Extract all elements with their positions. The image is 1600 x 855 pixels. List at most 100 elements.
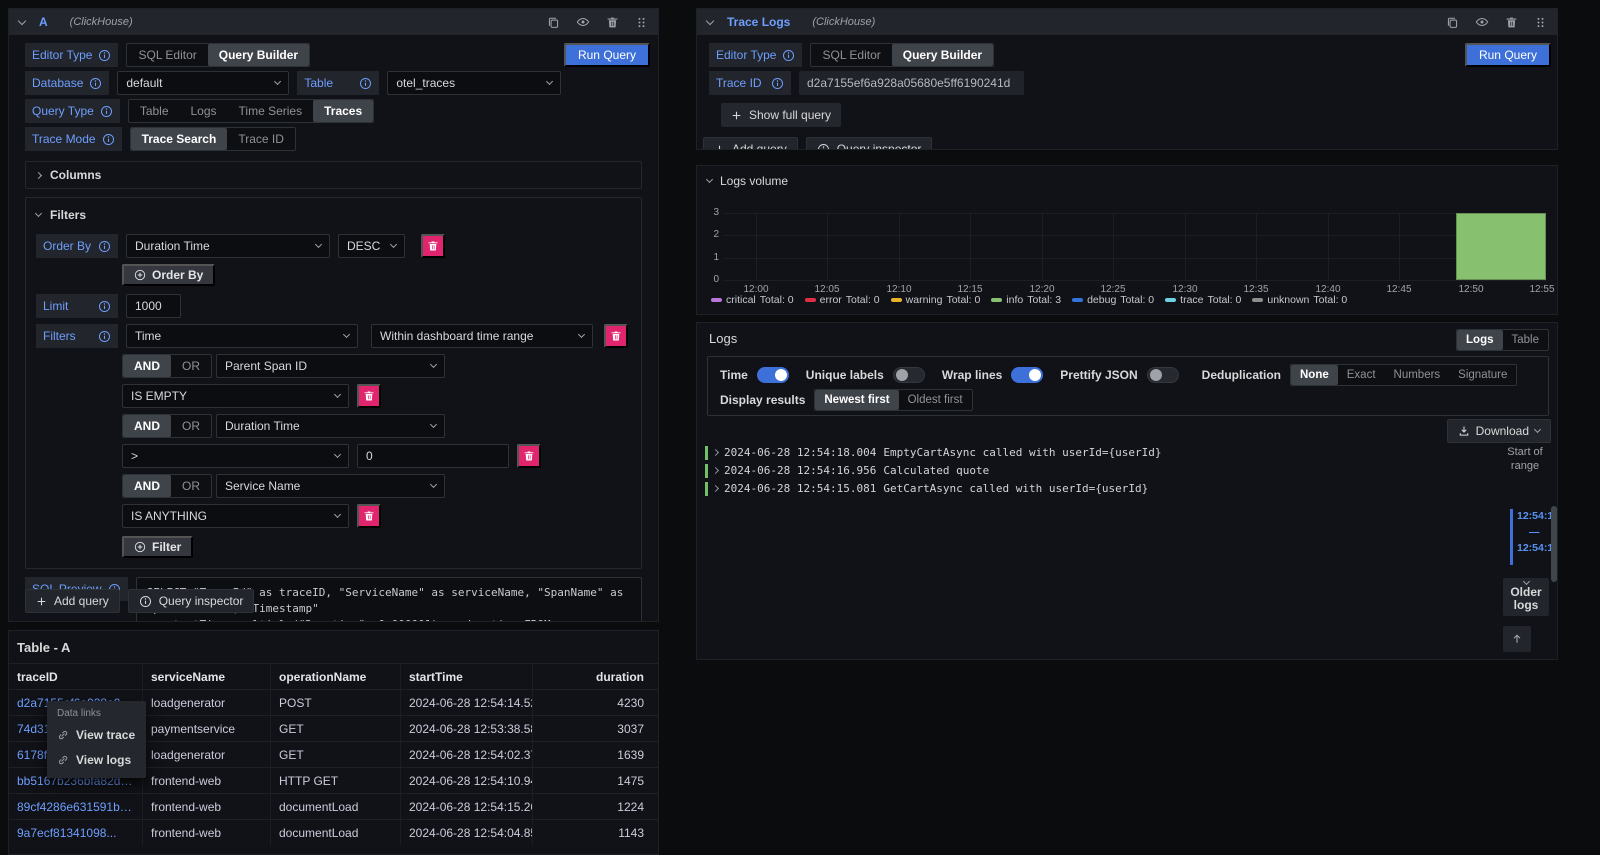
remove-order-by-button[interactable] [421,234,445,258]
cond1-field-select[interactable]: Parent Span ID [216,354,445,378]
collapse-chevron-icon[interactable] [706,16,714,24]
query-type-logs[interactable]: Logs [180,100,228,122]
expand-log-chevron-icon[interactable] [712,449,719,456]
remove-cond1-button[interactable] [357,384,381,408]
view-option-logs[interactable]: Logs [1457,330,1502,350]
run-query-button[interactable]: Run Query [564,43,650,67]
older-logs-button[interactable]: Older logs [1503,578,1549,616]
duplicate-query-icon[interactable] [547,16,560,29]
add-query-button[interactable]: Add query [25,589,120,613]
cond3-operator-select[interactable]: IS ANYTHING [122,504,349,528]
legend-item-debug[interactable]: debugTotal: 0 [1072,294,1154,306]
delete-query-icon[interactable] [1505,16,1518,29]
cond2-operator-select[interactable]: > [122,444,349,468]
show-full-query-button[interactable]: Show full query [721,103,841,127]
filter-field-select[interactable]: Time [126,324,358,348]
cond2-value-input[interactable] [357,444,509,468]
query-type-traces[interactable]: Traces [313,100,373,122]
time-toggle[interactable] [757,367,789,383]
trace-id-link[interactable]: 9a7ecf81341098... [17,826,116,840]
order-by-direction-select[interactable]: DESC [338,234,405,258]
scroll-to-top-button[interactable] [1503,626,1531,652]
order-by-field-select[interactable]: Duration Time [126,234,330,258]
cond2-field-select[interactable]: Duration Time [216,414,445,438]
trace-mode-id[interactable]: Trace ID [227,128,295,150]
log-row[interactable]: 2024-06-28 12:54:15.081GetCartAsync call… [705,480,1161,497]
table-select[interactable]: otel_traces [387,71,561,95]
prettify-json-toggle[interactable] [1147,367,1179,383]
column-header-operationname[interactable]: operationName [271,664,401,689]
dedup-option-exact[interactable]: Exact [1338,365,1385,385]
remove-time-filter-button[interactable] [604,324,628,348]
download-button[interactable]: Download [1447,419,1551,443]
log-range-bar[interactable] [1510,509,1513,565]
wrap-lines-toggle[interactable] [1011,367,1043,383]
query-ref-title[interactable]: A [39,15,48,29]
expand-log-chevron-icon[interactable] [712,485,719,492]
view-trace-link[interactable]: View trace [57,722,136,747]
display-option-oldest[interactable]: Oldest first [899,390,972,410]
and-option[interactable]: AND [123,415,171,437]
query-inspector-button[interactable]: Query inspector [806,137,933,150]
trace-logs-title[interactable]: Trace Logs [727,15,790,29]
filter-range-select[interactable]: Within dashboard time range [371,324,593,348]
expand-log-chevron-icon[interactable] [712,467,719,474]
dedup-option-signature[interactable]: Signature [1449,365,1516,385]
view-logs-link[interactable]: View logs [57,747,136,772]
or-option[interactable]: OR [171,355,211,377]
view-option-table[interactable]: Table [1503,330,1549,350]
add-order-by-button[interactable]: Order By [122,264,215,286]
query-inspector-button[interactable]: Query inspector [128,589,255,613]
filters-section-toggle[interactable]: Filters [36,208,631,222]
trace-id-link[interactable]: 89cf4286e631591b4... [17,800,134,814]
collapse-chevron-icon[interactable] [18,16,26,24]
run-query-button[interactable]: Run Query [1465,43,1551,67]
and-option[interactable]: AND [123,355,171,377]
dedup-option-numbers[interactable]: Numbers [1385,365,1450,385]
query-type-table[interactable]: Table [129,100,180,122]
or-option[interactable]: OR [171,415,211,437]
columns-section-toggle[interactable]: Columns [25,161,642,189]
log-row[interactable]: 2024-06-28 12:54:18.004EmptyCartAsync ca… [705,444,1161,461]
remove-cond2-button[interactable] [517,444,541,468]
editor-option-sql[interactable]: SQL Editor [127,44,207,66]
remove-cond3-button[interactable] [357,504,381,528]
legend-item-info[interactable]: infoTotal: 3 [991,294,1061,306]
add-query-button[interactable]: Add query [703,137,798,150]
trace-id-input[interactable] [799,71,1024,95]
legend-item-trace[interactable]: traceTotal: 0 [1165,294,1241,306]
logs-volume-collapse[interactable]: Logs volume [697,166,1557,188]
add-filter-button[interactable]: Filter [122,536,193,558]
drag-handle-icon[interactable] [635,16,648,29]
logs-scrollbar[interactable] [1551,506,1557,582]
hide-query-icon[interactable] [576,15,590,29]
unique-labels-toggle[interactable] [893,367,925,383]
trace-mode-search[interactable]: Trace Search [131,128,228,150]
database-select[interactable]: default [117,71,289,95]
legend-item-critical[interactable]: criticalTotal: 0 [711,294,794,306]
volume-plot-area[interactable] [723,213,1547,280]
limit-input[interactable] [126,294,181,318]
cond3-field-select[interactable]: Service Name [216,474,445,498]
column-header-traceid[interactable]: traceID [9,664,143,689]
editor-option-builder[interactable]: Query Builder [208,44,309,66]
dedup-option-none[interactable]: None [1291,365,1338,385]
editor-option-builder[interactable]: Query Builder [892,44,993,66]
log-row[interactable]: 2024-06-28 12:54:16.956Calculated quote [705,462,1161,479]
column-header-duration[interactable]: duration [533,664,652,689]
hide-query-icon[interactable] [1475,15,1489,29]
volume-bar-info[interactable] [1456,213,1546,280]
cond1-operator-select[interactable]: IS EMPTY [122,384,349,408]
delete-query-icon[interactable] [606,16,619,29]
editor-option-sql[interactable]: SQL Editor [811,44,891,66]
and-option[interactable]: AND [123,475,171,497]
legend-item-unknown[interactable]: unknownTotal: 0 [1252,294,1347,306]
legend-item-warning[interactable]: warningTotal: 0 [891,294,981,306]
duplicate-query-icon[interactable] [1446,16,1459,29]
column-header-servicename[interactable]: serviceName [143,664,271,689]
drag-handle-icon[interactable] [1534,16,1547,29]
column-header-starttime[interactable]: startTime [401,664,533,689]
display-option-newest[interactable]: Newest first [815,390,898,410]
legend-item-error[interactable]: errorTotal: 0 [805,294,880,306]
or-option[interactable]: OR [171,475,211,497]
